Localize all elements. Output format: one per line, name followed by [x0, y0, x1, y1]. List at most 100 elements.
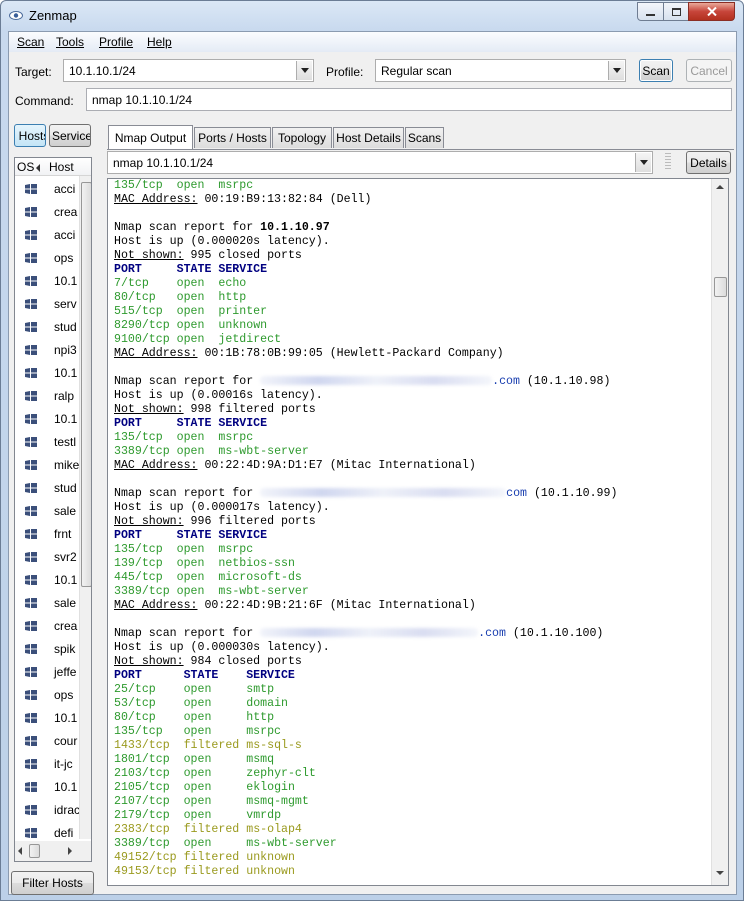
port-state: open — [183, 767, 212, 780]
output-text-segment: Host is up (0.000020s latency). — [114, 235, 330, 248]
port-service: ms-wbt-server — [218, 445, 309, 458]
close-button[interactable] — [688, 2, 735, 21]
output-line: Nmap scan report for 10.1.10.97 — [114, 221, 617, 235]
window-title: Zenmap — [29, 8, 77, 23]
tab-topology[interactable]: Topology — [272, 127, 332, 148]
tab-host-details[interactable]: Host Details — [333, 127, 404, 148]
tab-ports-hosts[interactable]: Ports / Hosts — [194, 127, 271, 148]
scroll-down-icon[interactable] — [716, 871, 724, 875]
report-domain: .com — [478, 627, 506, 640]
port-service: msrpc — [246, 725, 282, 738]
menu-scan-label: Scan — [17, 35, 45, 49]
tab-nmap-output[interactable]: Nmap Output — [108, 125, 193, 149]
os-windows-icon — [25, 552, 37, 562]
port-table-header: PORT STATE SERVICE — [114, 417, 268, 430]
host-list-scroll-thumb[interactable] — [81, 182, 91, 587]
output-line: 139/tcp open netbios-ssn — [114, 557, 617, 571]
redacted-hostname — [260, 628, 479, 638]
port-service: jetdirect — [218, 333, 282, 346]
output-line: 80/tcp open http — [114, 291, 617, 305]
output-text: 135/tcp open msrpc MAC Address: 00:19:B9:… — [114, 179, 617, 879]
details-button[interactable]: Details — [686, 151, 731, 174]
output-text-segment — [170, 837, 184, 850]
target-combo[interactable]: 10.1.10.1/24 — [63, 59, 314, 82]
output-text-segment — [204, 571, 218, 584]
output-text-segment — [177, 865, 184, 878]
os-column-header[interactable]: OS — [17, 160, 34, 174]
output-text-segment: Nmap scan report for — [114, 221, 261, 234]
scroll-right-icon[interactable] — [68, 847, 72, 855]
output-line: 8290/tcp open unknown — [114, 319, 617, 333]
os-windows-icon — [25, 483, 37, 493]
scan-button-label: Scan — [642, 63, 670, 78]
output-filter-combo[interactable]: nmap 10.1.10.1/24 — [107, 151, 653, 174]
output-text-segment — [211, 837, 246, 850]
output-text-segment — [204, 543, 218, 556]
eye-icon — [9, 11, 23, 20]
menu-help[interactable]: Help — [147, 35, 172, 49]
scan-button[interactable]: Scan — [639, 59, 673, 82]
profile-combo[interactable]: Regular scan — [375, 59, 626, 82]
output-line: 135/tcp open msrpc — [114, 725, 617, 739]
menu-profile[interactable]: Profile — [99, 35, 133, 49]
profile-dropdown-button[interactable] — [608, 61, 624, 80]
host-list-hscroll-thumb[interactable] — [29, 844, 40, 858]
scroll-left-icon[interactable] — [18, 847, 22, 855]
output-filter-dropdown-button[interactable] — [635, 153, 651, 172]
mac-label: MAC Address: — [114, 459, 198, 472]
host-name: 10.1 — [54, 366, 78, 380]
menu-tools[interactable]: Tools — [56, 35, 84, 49]
output-text-segment — [204, 557, 218, 570]
hosts-toggle-button[interactable]: Hosts — [14, 124, 46, 147]
host-list-vscrollbar[interactable] — [79, 176, 91, 839]
output-text-segment — [204, 277, 218, 290]
mac-value: 00:19:B9:13:82:84 (Dell) — [204, 193, 372, 206]
scroll-up-icon[interactable] — [716, 185, 724, 189]
os-windows-icon — [25, 460, 37, 470]
port-number: 3389/tcp — [114, 585, 170, 598]
cancel-button[interactable]: Cancel — [686, 59, 732, 82]
separator-grip — [665, 153, 671, 171]
profile-value: Regular scan — [381, 64, 452, 78]
output-vscrollbar[interactable] — [711, 179, 728, 885]
port-number: 2103/tcp — [114, 767, 170, 780]
maximize-icon — [671, 7, 681, 16]
mac-label: MAC Address: — [114, 193, 198, 206]
output-line: 49152/tcp filtered unknown — [114, 851, 617, 865]
port-state: open — [183, 837, 212, 850]
target-dropdown-button[interactable] — [296, 61, 312, 80]
filter-hosts-label: Filter Hosts — [22, 876, 83, 890]
port-service: ms-olap4 — [246, 823, 302, 836]
chevron-down-icon — [300, 68, 309, 73]
port-state: open — [176, 277, 205, 290]
output-line: 1433/tcp filtered ms-sql-s — [114, 739, 617, 753]
output-text-segment — [211, 711, 246, 724]
minimize-button[interactable] — [637, 2, 664, 21]
port-service: msrpc — [218, 179, 254, 192]
services-toggle-button[interactable]: Services — [49, 124, 91, 147]
not-shown-label: Not shown: — [114, 655, 184, 668]
filter-hosts-button[interactable]: Filter Hosts — [11, 871, 94, 895]
output-line: 2103/tcp open zephyr-clt — [114, 767, 617, 781]
host-name: spik — [54, 642, 76, 656]
port-table-header: PORT STATE SERVICE — [114, 529, 268, 542]
command-input[interactable]: nmap 10.1.10.1/24 — [86, 88, 732, 111]
host-column-header[interactable]: Host — [49, 160, 83, 174]
host-list-hscrollbar[interactable] — [15, 841, 91, 861]
output-line: Nmap scan report for .com (10.1.10.98) — [114, 375, 617, 389]
menu-scan[interactable]: Scan — [17, 35, 44, 49]
target-value: 10.1.10.1/24 — [69, 64, 136, 78]
output-scroll-thumb[interactable] — [714, 277, 727, 297]
maximize-button[interactable] — [663, 2, 689, 21]
output-line: 135/tcp open msrpc — [114, 431, 617, 445]
os-windows-icon — [25, 828, 37, 838]
tab-host-details-label: Host Details — [336, 131, 401, 145]
nmap-output-area[interactable]: 135/tcp open msrpc MAC Address: 00:19:B9:… — [107, 178, 729, 886]
output-text-segment — [163, 571, 177, 584]
host-name: sale — [54, 596, 77, 610]
tab-scans[interactable]: Scans — [405, 127, 444, 148]
port-state: open — [183, 753, 212, 766]
output-text-segment — [170, 739, 184, 752]
port-service: http — [218, 291, 247, 304]
port-service: eklogin — [246, 781, 295, 794]
